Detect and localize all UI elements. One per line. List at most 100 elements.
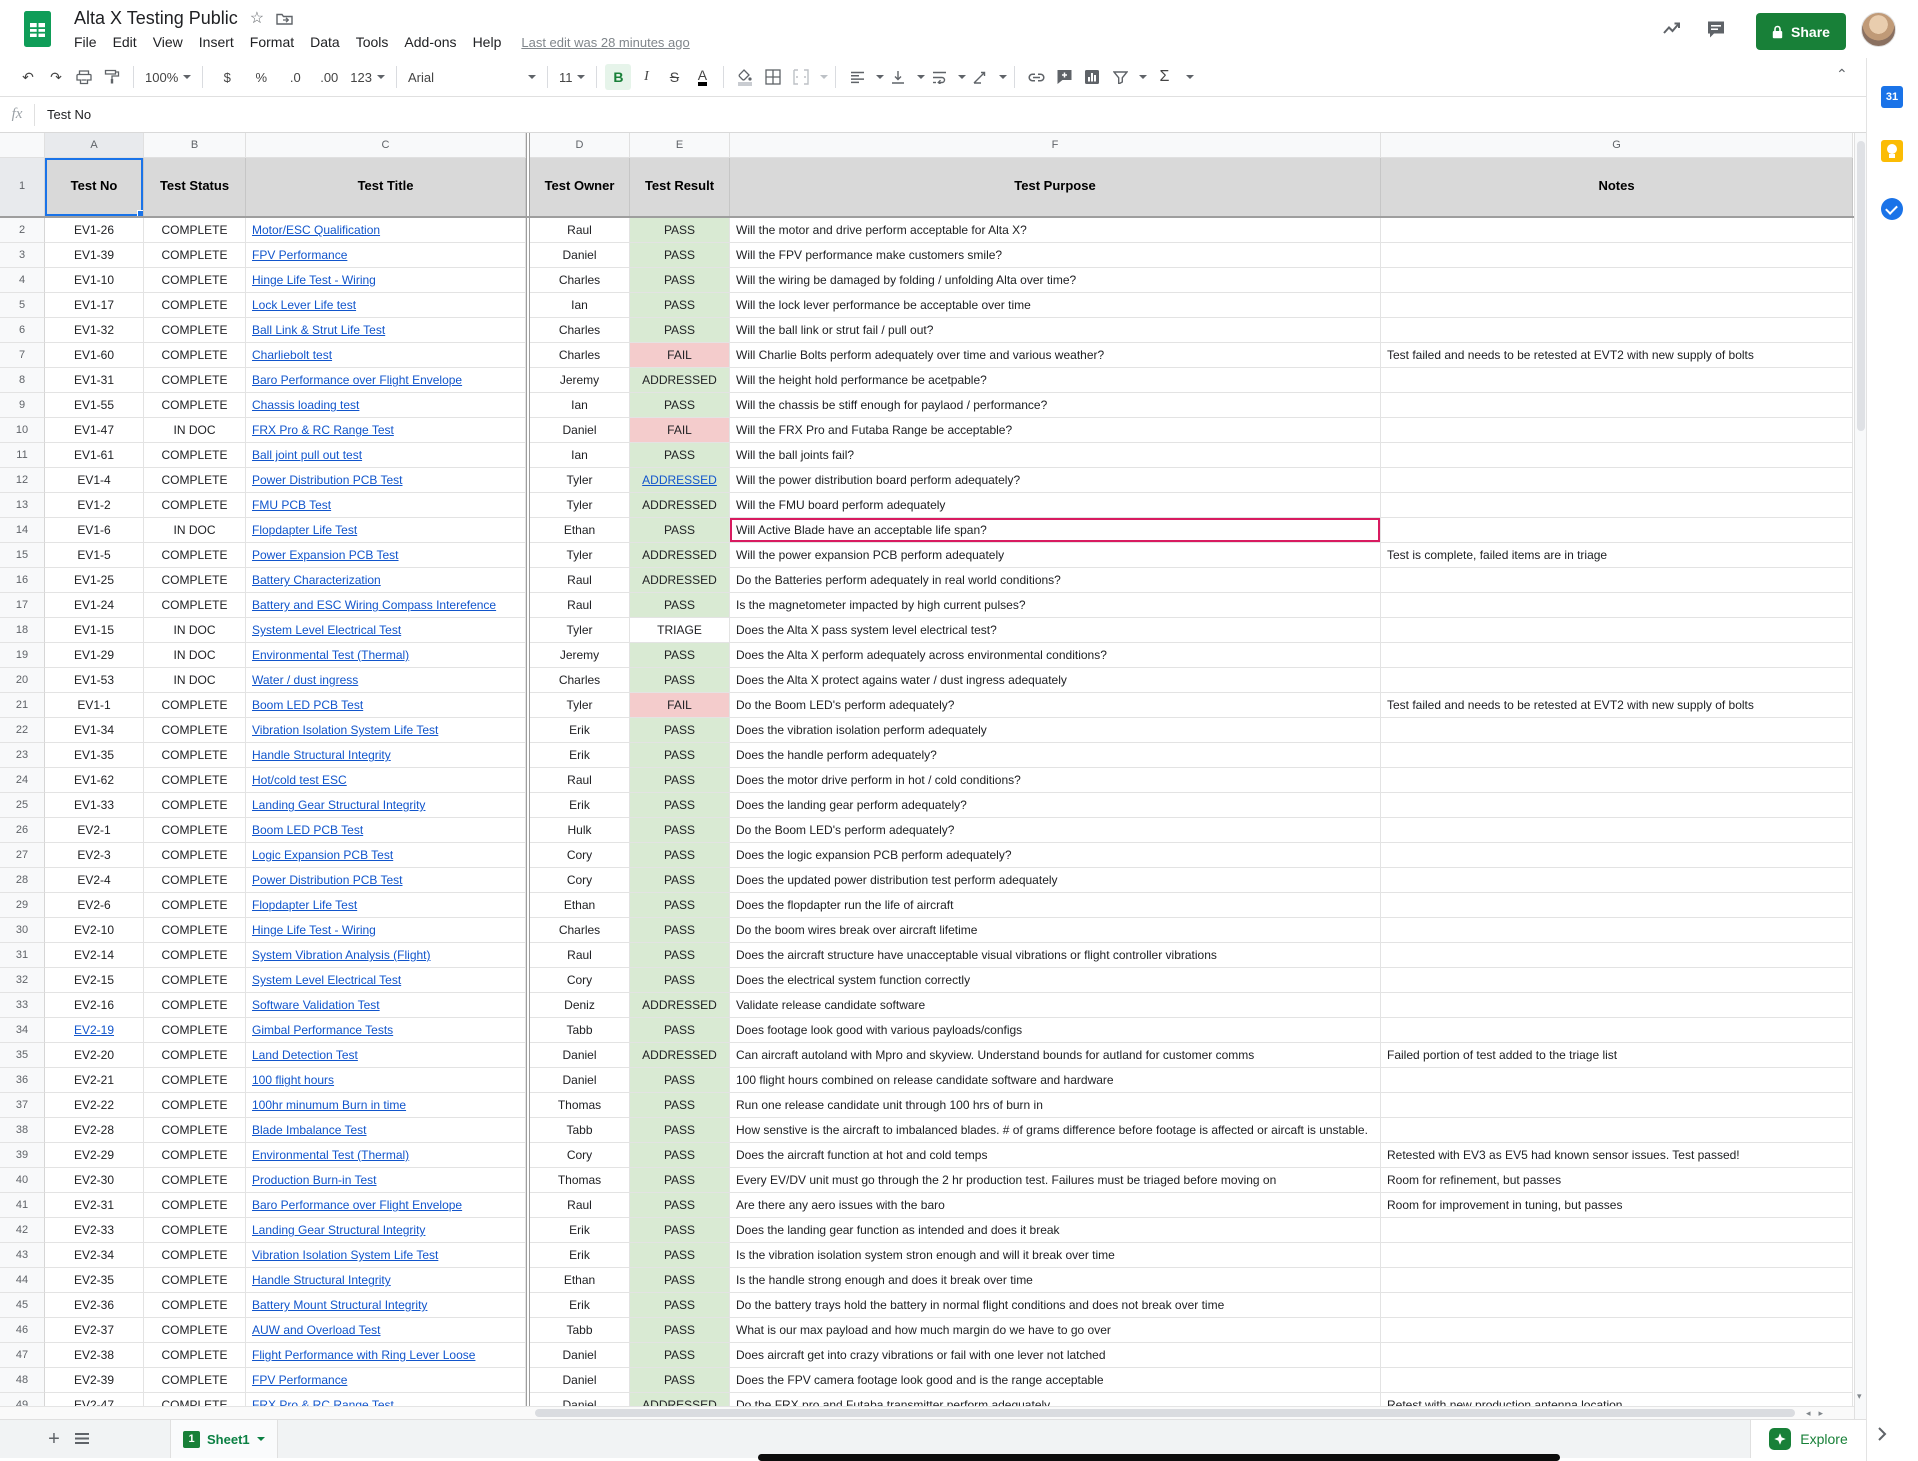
cell-link[interactable]: System Level Electrical Test (252, 623, 401, 637)
cell-f47[interactable]: Does aircraft get into crazy vibrations … (730, 1343, 1381, 1368)
cell-d35[interactable]: Daniel (530, 1043, 630, 1068)
cell-link[interactable]: Landing Gear Structural Integrity (252, 798, 425, 812)
cell-b31[interactable]: COMPLETE (144, 943, 246, 968)
account-avatar[interactable] (1861, 12, 1896, 47)
cell-d5[interactable]: Ian (530, 293, 630, 318)
cell-a5[interactable]: EV1-17 (45, 293, 144, 318)
cell-b25[interactable]: COMPLETE (144, 793, 246, 818)
row-header-45[interactable]: 45 (0, 1293, 45, 1318)
cell-d41[interactable]: Raul (530, 1193, 630, 1218)
cell-c3[interactable]: FPV Performance (246, 243, 526, 268)
cell-link[interactable]: Vibration Isolation System Life Test (252, 1248, 438, 1262)
cell-e26[interactable]: PASS (630, 818, 730, 843)
cell-a40[interactable]: EV2-30 (45, 1168, 144, 1193)
insert-link-icon[interactable] (1023, 64, 1049, 90)
cell-b22[interactable]: COMPLETE (144, 718, 246, 743)
cell-f6[interactable]: Will the ball link or strut fail / pull … (730, 318, 1381, 343)
cell-c4[interactable]: Hinge Life Test - Wiring (246, 268, 526, 293)
cell-d6[interactable]: Charles (530, 318, 630, 343)
borders-button[interactable] (760, 64, 786, 90)
cell-d44[interactable]: Ethan (530, 1268, 630, 1293)
cell-c18[interactable]: System Level Electrical Test (246, 618, 526, 643)
cell-e14[interactable]: PASS (630, 518, 730, 543)
cell-g14[interactable] (1381, 518, 1853, 543)
cell-c29[interactable]: Flopdapter Life Test (246, 893, 526, 918)
cell-b35[interactable]: COMPLETE (144, 1043, 246, 1068)
cell-f22[interactable]: Does the vibration isolation perform ade… (730, 718, 1381, 743)
cell-d8[interactable]: Jeremy (530, 368, 630, 393)
row-header-22[interactable]: 22 (0, 718, 45, 743)
cell-b23[interactable]: COMPLETE (144, 743, 246, 768)
cell-b48[interactable]: COMPLETE (144, 1368, 246, 1393)
cell-e5[interactable]: PASS (630, 293, 730, 318)
cell-link[interactable]: Battery Mount Structural Integrity (252, 1298, 427, 1312)
cell-link[interactable]: 100hr minumum Burn in time (252, 1098, 406, 1112)
column-header-g[interactable]: G (1381, 133, 1853, 158)
cell-e12[interactable]: ADDRESSED (630, 468, 730, 493)
row-header-18[interactable]: 18 (0, 618, 45, 643)
chevron-down-icon[interactable] (1139, 75, 1147, 79)
cell-e28[interactable]: PASS (630, 868, 730, 893)
cell-f20[interactable]: Does the Alta X protect agains water / d… (730, 668, 1381, 693)
cell-g1[interactable]: Notes (1381, 158, 1853, 216)
cell-b20[interactable]: IN DOC (144, 668, 246, 693)
horizontal-align-button[interactable] (844, 64, 870, 90)
cell-link[interactable]: Lock Lever Life test (252, 298, 356, 312)
cell-b34[interactable]: COMPLETE (144, 1018, 246, 1043)
cell-g49[interactable]: Retest with new production antenna locat… (1381, 1393, 1853, 1406)
cell-c32[interactable]: System Level Electrical Test (246, 968, 526, 993)
last-edit-status[interactable]: Last edit was 28 minutes ago (521, 35, 689, 50)
cell-link[interactable]: Power Distribution PCB Test (252, 473, 403, 487)
cell-b43[interactable]: COMPLETE (144, 1243, 246, 1268)
cell-e13[interactable]: ADDRESSED (630, 493, 730, 518)
cell-c9[interactable]: Chassis loading test (246, 393, 526, 418)
cell-g27[interactable] (1381, 843, 1853, 868)
cell-f49[interactable]: Do the FRX pro and Futaba transmitter pe… (730, 1393, 1381, 1406)
cell-c20[interactable]: Water / dust ingress (246, 668, 526, 693)
menu-item-format[interactable]: Format (242, 32, 302, 52)
cell-f19[interactable]: Does the Alta X perform adequately acros… (730, 643, 1381, 668)
cell-c17[interactable]: Battery and ESC Wiring Compass Interefen… (246, 593, 526, 618)
row-header-48[interactable]: 48 (0, 1368, 45, 1393)
cell-f2[interactable]: Will the motor and drive perform accepta… (730, 218, 1381, 243)
cell-d2[interactable]: Raul (530, 218, 630, 243)
cell-a3[interactable]: EV1-39 (45, 243, 144, 268)
horizontal-scrollbar-thumb[interactable] (535, 1409, 1795, 1417)
cell-a18[interactable]: EV1-15 (45, 618, 144, 643)
cell-e27[interactable]: PASS (630, 843, 730, 868)
cell-c14[interactable]: Flopdapter Life Test (246, 518, 526, 543)
comment-history-icon[interactable] (1706, 20, 1726, 39)
cell-g5[interactable] (1381, 293, 1853, 318)
undo-icon[interactable]: ↶ (15, 64, 41, 90)
cell-g18[interactable] (1381, 618, 1853, 643)
cell-b4[interactable]: COMPLETE (144, 268, 246, 293)
cell-g38[interactable] (1381, 1118, 1853, 1143)
cell-b15[interactable]: COMPLETE (144, 543, 246, 568)
menu-item-insert[interactable]: Insert (191, 32, 242, 52)
cell-link[interactable]: ADDRESSED (642, 473, 717, 487)
explore-button[interactable]: Explore (1750, 1420, 1866, 1458)
cell-link[interactable]: Software Validation Test (252, 998, 380, 1012)
row-header-46[interactable]: 46 (0, 1318, 45, 1343)
cell-a25[interactable]: EV1-33 (45, 793, 144, 818)
cell-b49[interactable]: COMPLETE (144, 1393, 246, 1406)
cell-a27[interactable]: EV2-3 (45, 843, 144, 868)
cell-link[interactable]: Production Burn-in Test (252, 1173, 377, 1187)
cell-d17[interactable]: Raul (530, 593, 630, 618)
cell-e4[interactable]: PASS (630, 268, 730, 293)
cell-e16[interactable]: ADDRESSED (630, 568, 730, 593)
cell-g10[interactable] (1381, 418, 1853, 443)
cell-e39[interactable]: PASS (630, 1143, 730, 1168)
cell-f28[interactable]: Does the updated power distribution test… (730, 868, 1381, 893)
cell-link[interactable]: Logic Expansion PCB Test (252, 848, 393, 862)
cell-c44[interactable]: Handle Structural Integrity (246, 1268, 526, 1293)
cell-f17[interactable]: Is the magnetometer impacted by high cur… (730, 593, 1381, 618)
cell-a14[interactable]: EV1-6 (45, 518, 144, 543)
cell-link[interactable]: FPV Performance (252, 248, 347, 262)
cell-c42[interactable]: Landing Gear Structural Integrity (246, 1218, 526, 1243)
cell-a36[interactable]: EV2-21 (45, 1068, 144, 1093)
column-header-c[interactable]: C (246, 133, 526, 158)
cell-a34[interactable]: EV2-19 (45, 1018, 144, 1043)
row-header-38[interactable]: 38 (0, 1118, 45, 1143)
cell-e19[interactable]: PASS (630, 643, 730, 668)
